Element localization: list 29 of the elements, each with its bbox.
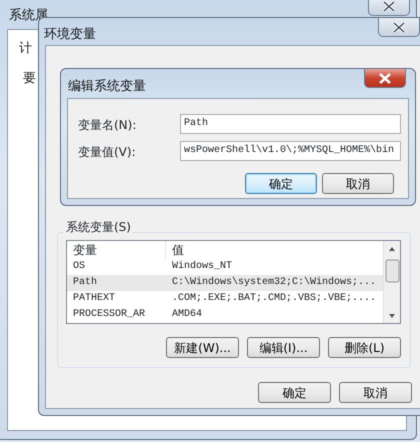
- action-button[interactable]: 新建(W)...: [166, 337, 239, 358]
- window-title: 环境变量: [44, 26, 96, 44]
- field-label: 要: [23, 70, 36, 88]
- close-button[interactable]: [368, 0, 410, 16]
- close-button[interactable]: [378, 18, 420, 37]
- close-icon: [382, 0, 396, 12]
- field-label: 变量名(N):: [78, 117, 136, 134]
- tab-label[interactable]: 计: [19, 39, 32, 58]
- dialog-button[interactable]: 确定: [245, 173, 317, 194]
- dialog-title: 编辑系统变量: [68, 78, 146, 96]
- column-header[interactable]: 值: [166, 241, 383, 259]
- dialog-button[interactable]: 确定: [258, 382, 331, 403]
- group-label: 系统变量(S): [64, 218, 133, 236]
- scrollbar[interactable]: [383, 241, 400, 323]
- column-header[interactable]: 变量: [67, 241, 166, 259]
- close-button[interactable]: [364, 69, 406, 88]
- text-field[interactable]: Path: [180, 114, 401, 134]
- list-row[interactable]: PATHEXT .COM;.EXE;.BAT;.CMD;.VBS;.VBE;....: [67, 291, 383, 307]
- action-button[interactable]: 编辑(I)...: [247, 337, 320, 358]
- text-field[interactable]: wsPowerShell\v1.0\;%MYSQL_HOME%\bin: [180, 141, 401, 161]
- list-row[interactable]: Path C:\Windows\system32;C:\Windows;...: [67, 275, 383, 291]
- close-icon: [378, 72, 392, 84]
- list-row[interactable]: OS Windows_NT: [67, 259, 383, 275]
- dialog-button[interactable]: 取消: [339, 382, 412, 403]
- close-icon: [392, 22, 406, 32]
- action-button[interactable]: 删除(L): [328, 337, 401, 358]
- field-label: 变量值(V):: [78, 144, 136, 161]
- list-row[interactable]: PROCESSOR_AR AMD64: [67, 307, 383, 323]
- dialog-button[interactable]: 取消: [322, 173, 394, 194]
